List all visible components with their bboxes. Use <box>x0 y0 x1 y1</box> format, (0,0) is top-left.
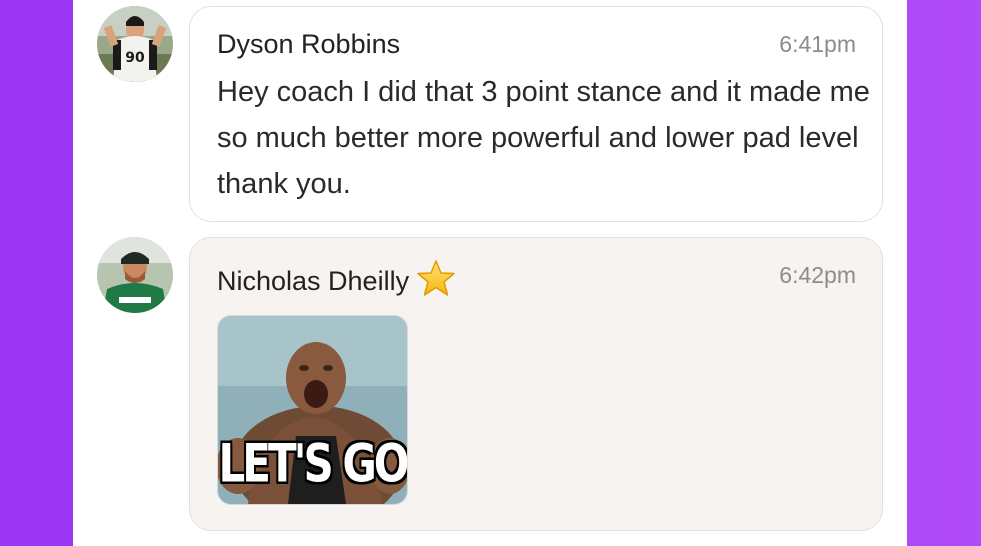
sender-name[interactable]: Nicholas Dheilly <box>217 266 409 296</box>
sender-name-row: Nicholas Dheilly <box>217 260 455 303</box>
message-text: Hey coach I did that 3 point stance and … <box>217 76 870 200</box>
football-player-avatar-icon: 90 <box>97 6 173 82</box>
svg-text:90: 90 <box>125 50 145 66</box>
message-timestamp: 6:42pm <box>779 262 856 288</box>
gif-attachment[interactable]: LET'S GO <box>217 315 408 505</box>
avatar-dyson-robbins[interactable]: 90 <box>97 6 173 82</box>
message-bubble[interactable]: Nicholas Dheilly 6:42pm LET'S GO <box>189 237 883 531</box>
message-bubble[interactable]: Dyson Robbins 6:41pm Hey coach I did tha… <box>189 6 883 222</box>
avatar-nicholas-dheilly[interactable] <box>97 237 173 313</box>
sender-name[interactable]: Dyson Robbins <box>217 29 400 60</box>
chat-panel: 90 Dyson Robbins 6:41pm Hey coach I did … <box>73 0 907 546</box>
gif-caption: LET'S GO <box>218 432 407 495</box>
star-icon <box>417 260 455 303</box>
message-timestamp: 6:41pm <box>779 31 856 57</box>
football-player-avatar-icon <box>97 237 173 313</box>
